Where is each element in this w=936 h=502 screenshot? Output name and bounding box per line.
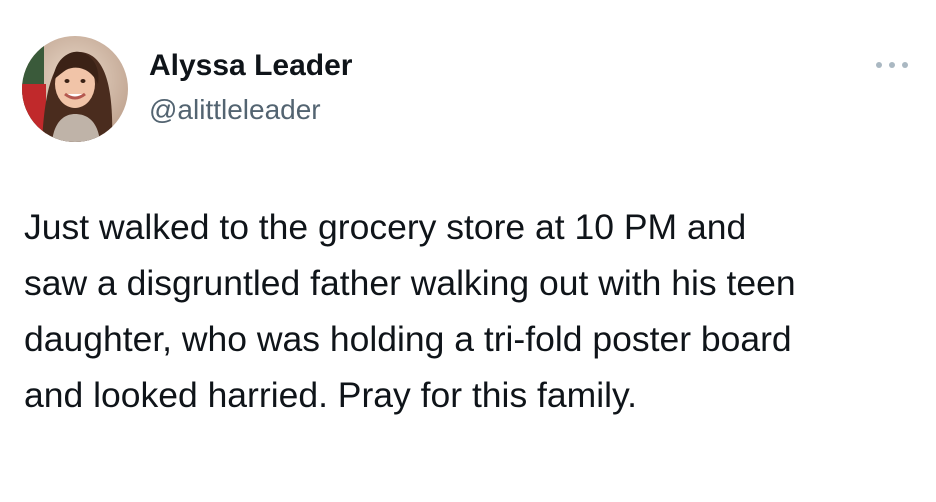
tweet-line: Just walked to the grocery store at 10 P… <box>24 207 747 247</box>
tweet-text: Just walked to the grocery store at 10 P… <box>24 199 924 423</box>
profile-photo-icon <box>22 36 128 142</box>
user-handle[interactable]: @alittleleader <box>149 93 321 127</box>
tweet-line: saw a disgruntled father walking out wit… <box>24 263 796 303</box>
avatar[interactable] <box>22 36 128 142</box>
more-options-button[interactable] <box>868 52 916 78</box>
more-horizontal-icon <box>876 62 908 68</box>
tweet-line: daughter, who was holding a tri-fold pos… <box>24 319 792 359</box>
display-name[interactable]: Alyssa Leader <box>149 48 352 84</box>
tweet-line: and looked harried. Pray for this family… <box>24 375 637 415</box>
